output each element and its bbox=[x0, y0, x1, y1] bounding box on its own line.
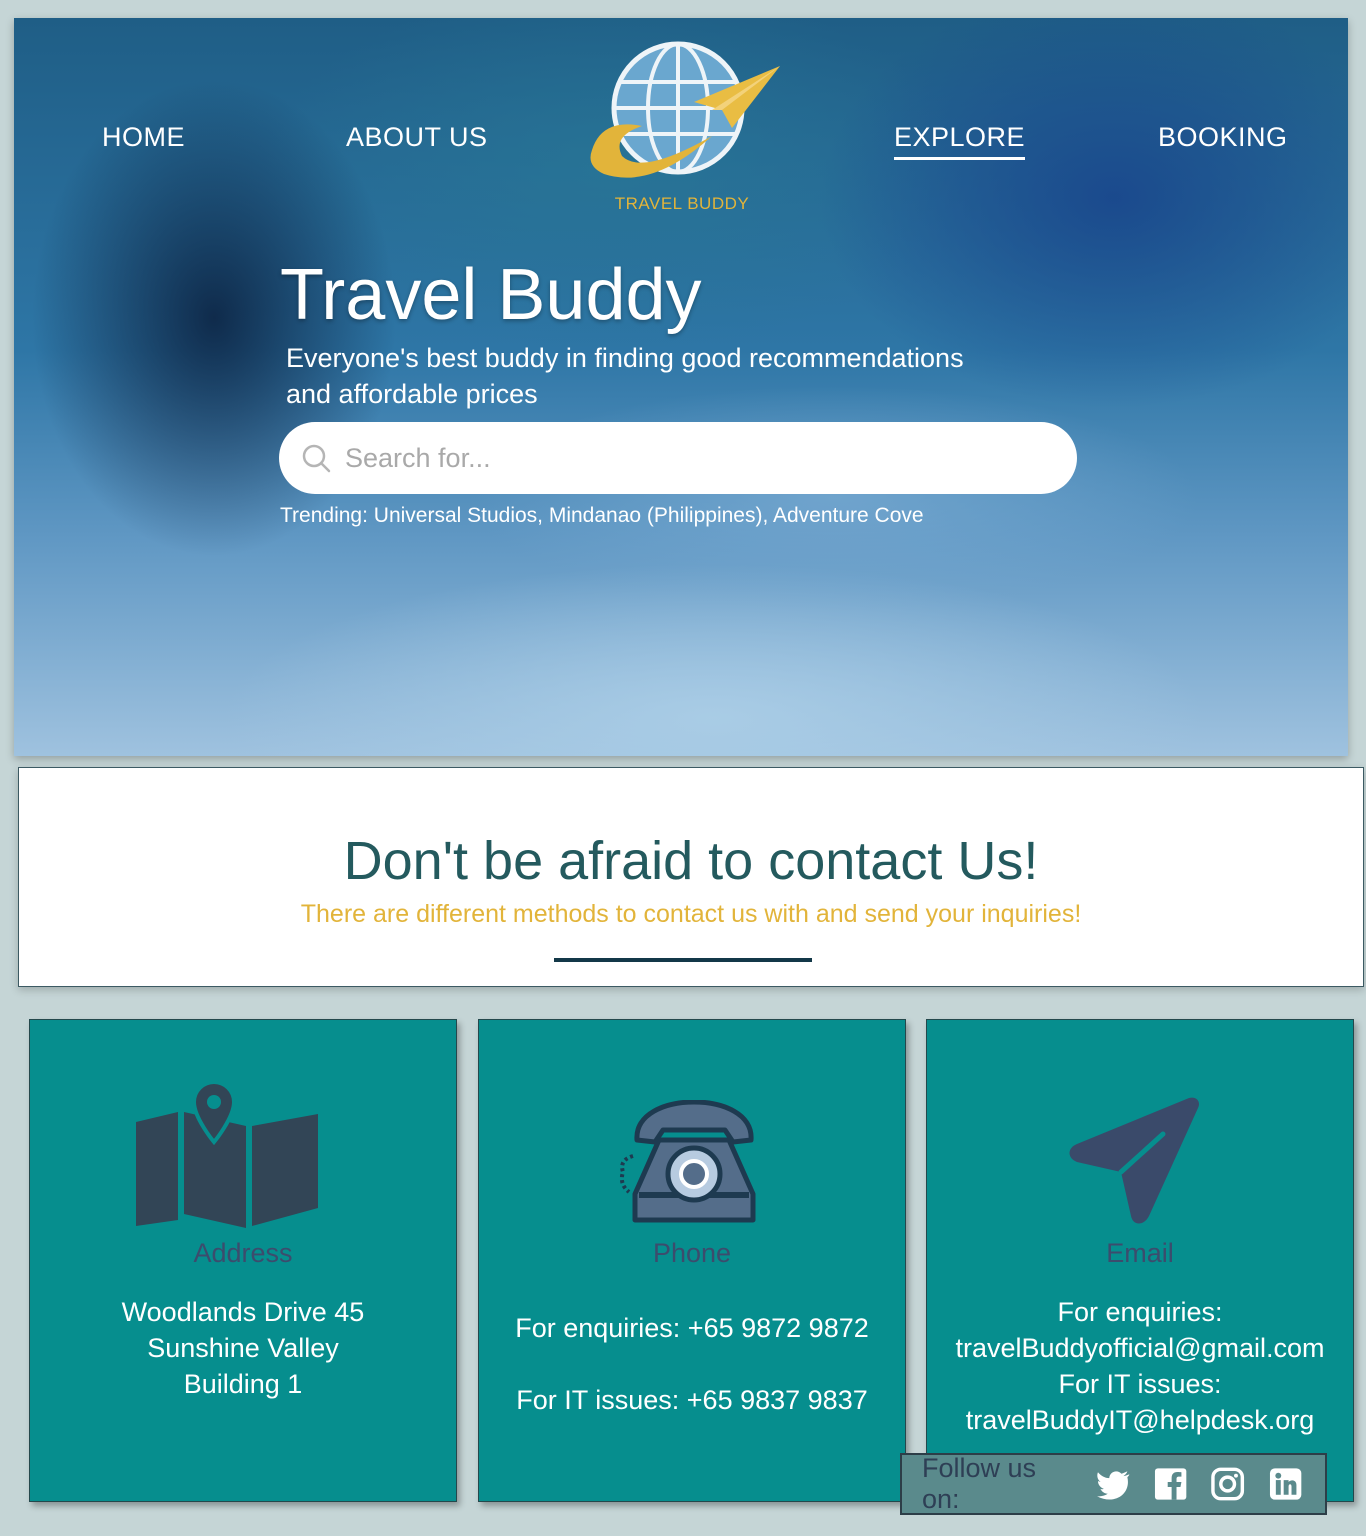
email-it-address[interactable]: travelBuddyIT@helpdesk.org bbox=[927, 1402, 1353, 1438]
email-enquiries-address[interactable]: travelBuddyofficial@gmail.com bbox=[927, 1330, 1353, 1366]
search-icon bbox=[302, 444, 331, 473]
search-input[interactable] bbox=[343, 441, 1027, 475]
address-title: Address bbox=[193, 1238, 293, 1268]
trending-text: Trending: Universal Studios, Mindanao (P… bbox=[280, 504, 924, 527]
phone-card: Phone For enquiries: +65 9872 9872 For I… bbox=[478, 1019, 906, 1502]
address-card: Address Woodlands Drive 45 Sunshine Vall… bbox=[29, 1019, 457, 1502]
follow-label: Follow us on: bbox=[922, 1453, 1037, 1514]
nav-about-us[interactable]: ABOUT US bbox=[346, 122, 488, 153]
contact-title: Don't be afraid to contact Us! bbox=[343, 831, 1039, 891]
address-line: Woodlands Drive 45 bbox=[121, 1297, 365, 1327]
email-lines: For enquiries: travelBuddyofficial@gmail… bbox=[927, 1294, 1353, 1438]
divider bbox=[554, 958, 812, 962]
contact-subtitle: There are different methods to contact u… bbox=[300, 900, 1082, 928]
email-it-label: For IT issues: bbox=[1058, 1369, 1222, 1399]
hero-subtitle-line2: and affordable prices bbox=[286, 379, 538, 409]
send-icon bbox=[1069, 1097, 1199, 1224]
phone-it-issues[interactable]: For IT issues: +65 9837 9837 bbox=[479, 1382, 905, 1418]
address-line: Building 1 bbox=[183, 1369, 303, 1399]
nav-home[interactable]: HOME bbox=[102, 122, 185, 153]
facebook-icon[interactable] bbox=[1153, 1466, 1188, 1502]
globe-logo-icon bbox=[590, 41, 780, 178]
travel-buddy-logo[interactable]: TRAVEL BUDDY bbox=[582, 40, 782, 222]
nav-booking[interactable]: BOOKING bbox=[1158, 122, 1288, 153]
hero-subtitle-line1: Everyone's best buddy in finding good re… bbox=[286, 343, 964, 373]
map-icon bbox=[136, 1080, 318, 1228]
search-bar[interactable] bbox=[279, 422, 1077, 494]
hero-subtitle: Everyone's best buddy in finding good re… bbox=[286, 340, 1046, 412]
twitter-icon[interactable] bbox=[1096, 1466, 1131, 1502]
contact-header: Don't be afraid to contact Us! There are… bbox=[18, 767, 1364, 987]
instagram-icon[interactable] bbox=[1210, 1466, 1245, 1502]
address-lines: Woodlands Drive 45 Sunshine Valley Build… bbox=[30, 1294, 456, 1402]
phone-enquiries[interactable]: For enquiries: +65 9872 9872 bbox=[479, 1310, 905, 1346]
telephone-icon bbox=[619, 1100, 756, 1223]
logo-text: TRAVEL BUDDY bbox=[614, 194, 750, 213]
email-card: Email For enquiries: travelBuddyofficial… bbox=[926, 1019, 1354, 1502]
nav-explore[interactable]: EXPLORE bbox=[894, 122, 1026, 160]
hero-title: Travel Buddy bbox=[280, 255, 702, 335]
phone-lines: For enquiries: +65 9872 9872 For IT issu… bbox=[479, 1310, 905, 1418]
address-line: Sunshine Valley bbox=[147, 1333, 339, 1363]
email-enquiries-label: For enquiries: bbox=[1057, 1297, 1223, 1327]
linkedin-icon[interactable] bbox=[1268, 1466, 1303, 1502]
hero-banner: HOME ABOUT US EXPLORE BOOKING TRAVEL BUD… bbox=[14, 18, 1348, 756]
phone-title: Phone bbox=[652, 1238, 732, 1268]
follow-us-bar: Follow us on: bbox=[900, 1453, 1327, 1515]
email-title: Email bbox=[1106, 1238, 1174, 1268]
